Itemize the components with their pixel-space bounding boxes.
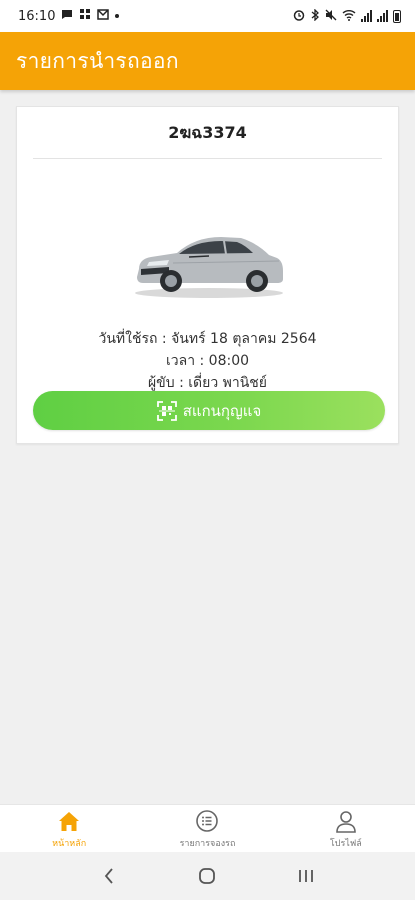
nav-bookings[interactable]: รายการจองรถ [138, 805, 276, 852]
mail-icon [97, 8, 110, 24]
nav-home-label: หน้าหลัก [52, 838, 87, 849]
more-notifications-dot [115, 14, 120, 18]
system-back-button[interactable] [94, 861, 124, 891]
signal-icon [361, 10, 372, 22]
qr-scan-icon [156, 400, 177, 421]
nav-profile-label: โปรไฟล์ [329, 838, 362, 849]
wifi-icon [342, 9, 356, 24]
card-divider [33, 158, 382, 159]
usage-time: เวลา : 08:00 [165, 353, 250, 369]
app-bar: รายการนำรถออก [0, 32, 415, 90]
system-home-button[interactable] [192, 861, 222, 891]
booking-card[interactable]: 2ฆฉ3374 วันที่ใช้รถ : จันทร์ 18 ตุลาคม 2… [16, 106, 399, 444]
list-icon [196, 809, 219, 832]
back-chevron-icon [104, 868, 113, 884]
home-circle-icon [199, 868, 216, 884]
nav-profile[interactable]: โปรไฟล์ [277, 805, 415, 852]
system-nav-bar [0, 852, 415, 900]
mute-icon [325, 9, 337, 24]
page-title: รายการนำรถออก [16, 48, 179, 73]
status-time: 16:10 [18, 8, 56, 24]
bottom-nav: หน้าหลัก รายการจองรถ โปรไฟล์ [0, 804, 415, 852]
nav-home[interactable]: หน้าหลัก [0, 805, 138, 852]
status-left: 16:10 [18, 8, 120, 24]
profile-icon [336, 810, 356, 833]
bluetooth-icon [310, 7, 320, 24]
license-plate: 2ฆฉ3374 [168, 123, 247, 142]
battery-icon [393, 9, 401, 23]
nav-bookings-label: รายการจองรถ [179, 838, 236, 849]
car-image [129, 217, 289, 301]
message-icon [61, 9, 73, 24]
status-bar: 16:10 [0, 0, 415, 32]
recents-icon [298, 870, 313, 882]
grid-app-icon [79, 8, 91, 24]
status-right [293, 7, 401, 24]
signal-icon [377, 10, 388, 22]
system-recents-button[interactable] [291, 861, 321, 891]
scan-key-button[interactable]: สแกนกุญแจ [33, 391, 385, 430]
usage-date: วันที่ใช้รถ : จันทร์ 18 ตุลาคม 2564 [98, 331, 317, 347]
home-icon [59, 811, 80, 831]
alarm-icon [293, 9, 305, 24]
scan-key-label: สแกนกุญแจ [182, 401, 262, 420]
